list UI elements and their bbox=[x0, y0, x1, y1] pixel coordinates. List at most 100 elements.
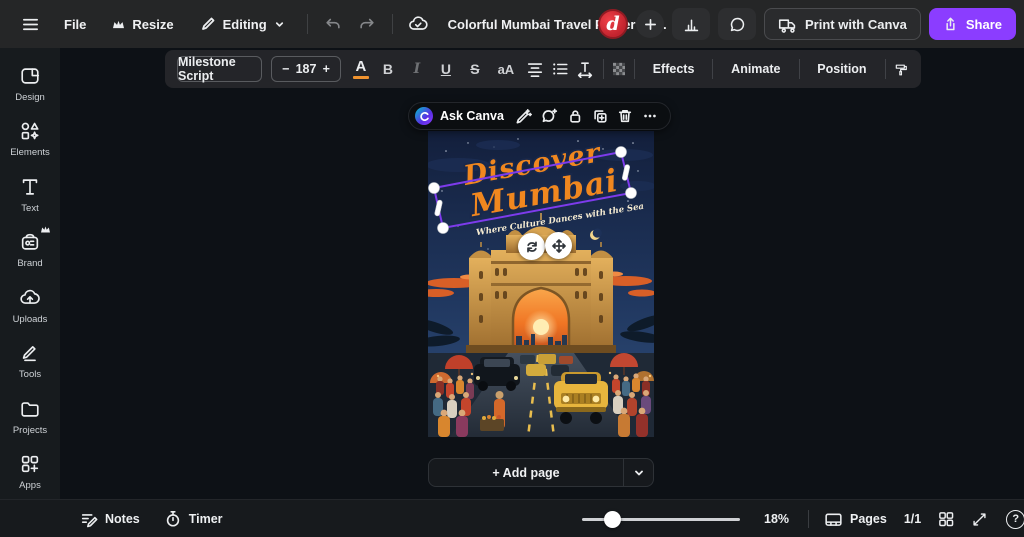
folder-icon bbox=[19, 398, 41, 420]
sidebar-item-tools[interactable]: Tools bbox=[0, 334, 60, 390]
pages-button[interactable]: Pages bbox=[824, 510, 887, 529]
grid-view-icon bbox=[937, 510, 955, 528]
poster-page[interactable]: Discover Mumbai Where Culture Dances wit… bbox=[428, 131, 654, 437]
decrease-font-button[interactable]: − bbox=[282, 62, 289, 76]
sidebar-item-elements[interactable]: Elements bbox=[0, 112, 60, 168]
comment-icon bbox=[729, 16, 746, 33]
text-color-button[interactable]: A bbox=[353, 59, 369, 79]
undo-button[interactable] bbox=[324, 15, 342, 33]
redo-icon bbox=[358, 15, 376, 33]
zoom-level[interactable]: 18% bbox=[764, 512, 796, 526]
lock-button[interactable] bbox=[567, 108, 583, 124]
copy-style-roller-icon[interactable] bbox=[894, 60, 909, 79]
fullscreen-button[interactable] bbox=[971, 511, 988, 528]
toolbar-divider bbox=[799, 59, 800, 79]
vendor-cart bbox=[480, 419, 504, 431]
resize-button[interactable]: Resize bbox=[112, 17, 173, 32]
element-context-toolbar: Ask Canva bbox=[408, 102, 671, 130]
text-case-button[interactable]: aA bbox=[493, 62, 519, 77]
delete-button[interactable] bbox=[617, 108, 633, 124]
font-family-selector[interactable]: Milestone Script bbox=[177, 56, 262, 82]
magic-edit-button[interactable] bbox=[515, 108, 532, 125]
apps-grid-icon bbox=[19, 453, 41, 475]
redo-button[interactable] bbox=[358, 15, 376, 33]
bar-chart-icon bbox=[683, 16, 700, 33]
add-comment-button[interactable] bbox=[541, 108, 558, 125]
undo-icon bbox=[324, 15, 342, 33]
print-label: Print with Canva bbox=[805, 17, 907, 32]
magic-edit-icon bbox=[515, 108, 532, 125]
sidebar-item-projects[interactable]: Projects bbox=[0, 389, 60, 445]
more-options-button[interactable] bbox=[642, 108, 658, 124]
help-button[interactable]: ? bbox=[1006, 510, 1024, 529]
editing-label: Editing bbox=[223, 17, 267, 32]
list-icon[interactable] bbox=[551, 60, 569, 78]
rotate-icon bbox=[525, 240, 539, 254]
letter-spacing-icon[interactable] bbox=[576, 60, 594, 78]
share-icon bbox=[943, 17, 958, 32]
avatar[interactable]: d bbox=[598, 9, 628, 39]
top-bar: File Resize Editing Colorful Mumbai Trav… bbox=[0, 0, 1024, 48]
animate-button[interactable]: Animate bbox=[722, 62, 789, 76]
add-page-button[interactable]: + Add page bbox=[429, 459, 623, 486]
cloud-check-icon bbox=[408, 14, 428, 34]
text-icon bbox=[19, 176, 41, 198]
duplicate-button[interactable] bbox=[592, 108, 608, 124]
chevron-down-icon bbox=[633, 467, 645, 479]
add-page-control: + Add page bbox=[428, 458, 654, 487]
brand-icon bbox=[19, 231, 41, 253]
sidebar-item-text[interactable]: Text bbox=[0, 167, 60, 223]
upload-cloud-icon bbox=[19, 287, 41, 309]
comments-button[interactable] bbox=[718, 8, 756, 40]
bold-button[interactable]: B bbox=[377, 61, 399, 77]
pencil-icon bbox=[200, 16, 216, 32]
text-align-icon[interactable] bbox=[526, 60, 544, 78]
resize-label: Resize bbox=[132, 17, 173, 32]
main-menu-button[interactable] bbox=[12, 15, 48, 34]
toolbar-divider bbox=[885, 59, 886, 79]
sidebar-item-brand[interactable]: Brand bbox=[0, 223, 60, 279]
strikethrough-button[interactable]: S bbox=[464, 61, 486, 77]
add-member-button[interactable] bbox=[636, 10, 664, 38]
timer-button[interactable]: Timer bbox=[164, 510, 223, 528]
comment-plus-icon bbox=[541, 108, 558, 125]
grid-view-button[interactable] bbox=[937, 510, 955, 528]
notes-icon bbox=[80, 510, 98, 528]
move-handle[interactable] bbox=[545, 232, 572, 259]
zoom-slider[interactable] bbox=[582, 518, 740, 521]
increase-font-button[interactable]: + bbox=[323, 62, 330, 76]
design-icon bbox=[19, 65, 41, 87]
cloud-save-status[interactable] bbox=[408, 14, 428, 34]
ellipsis-icon bbox=[642, 108, 658, 124]
rotate-handle[interactable] bbox=[518, 233, 545, 260]
underline-button[interactable]: U bbox=[435, 61, 457, 77]
toolbar-divider bbox=[712, 59, 713, 79]
print-with-canva-button[interactable]: Print with Canva bbox=[764, 8, 921, 40]
text-color-letter: A bbox=[355, 59, 366, 74]
ask-canva-button[interactable]: Ask Canva bbox=[415, 107, 506, 125]
editing-mode-dropdown[interactable]: Editing bbox=[200, 16, 285, 32]
toolbar-divider bbox=[634, 59, 635, 79]
file-menu[interactable]: File bbox=[64, 17, 86, 32]
sidebar-item-apps[interactable]: Apps bbox=[0, 445, 60, 501]
share-button[interactable]: Share bbox=[929, 8, 1016, 40]
bottom-bar: Notes Timer 18% Pages 1/1 ? bbox=[0, 499, 1024, 537]
file-menu-label: File bbox=[64, 17, 86, 32]
font-size-value[interactable]: 187 bbox=[296, 62, 317, 76]
position-button[interactable]: Position bbox=[808, 62, 875, 76]
zoom-slider-thumb[interactable] bbox=[604, 511, 621, 528]
sidebar-item-uploads[interactable]: Uploads bbox=[0, 278, 60, 334]
notes-button[interactable]: Notes bbox=[80, 510, 140, 528]
toolbar-divider bbox=[603, 59, 604, 79]
italic-button[interactable]: I bbox=[406, 61, 428, 77]
sidebar-item-design[interactable]: Design bbox=[0, 56, 60, 112]
transparency-icon[interactable] bbox=[613, 61, 625, 77]
move-icon bbox=[552, 239, 566, 253]
insights-button[interactable] bbox=[672, 8, 710, 40]
crown-icon bbox=[40, 225, 51, 234]
effects-button[interactable]: Effects bbox=[644, 62, 704, 76]
street-scene bbox=[428, 353, 654, 437]
add-page-dropdown[interactable] bbox=[623, 459, 653, 486]
fullscreen-icon bbox=[971, 511, 988, 528]
font-size-stepper: − 187 + bbox=[271, 56, 341, 82]
